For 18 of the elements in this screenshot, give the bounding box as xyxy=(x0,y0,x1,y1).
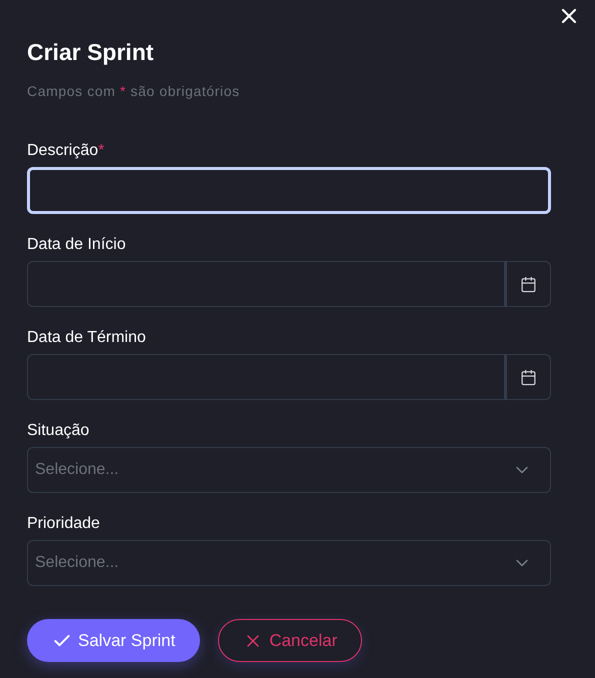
select-field[interactable]: Selecione... xyxy=(27,540,551,586)
dialog-title: Criar Sprint xyxy=(27,38,155,67)
calendar-button[interactable] xyxy=(505,354,551,400)
cancel-button[interactable]: Cancelar xyxy=(218,619,362,662)
field-label: Descrição* xyxy=(27,141,106,161)
date-field[interactable] xyxy=(27,354,505,400)
date-field[interactable] xyxy=(27,261,505,307)
required-fields-note: Campos com * são obrigatórios xyxy=(27,82,241,101)
field-label: Data de Início xyxy=(27,235,127,255)
calendar-icon xyxy=(520,276,537,292)
field-label: Data de Término xyxy=(27,328,147,348)
input-field[interactable] xyxy=(27,167,551,214)
save-button[interactable]: Salvar Sprint xyxy=(27,619,200,662)
select-field[interactable]: Selecione... xyxy=(27,447,551,493)
calendar-button[interactable] xyxy=(505,261,551,307)
field-label: Prioridade xyxy=(27,514,101,534)
field-label: Situação xyxy=(27,421,90,441)
calendar-icon xyxy=(520,368,537,386)
